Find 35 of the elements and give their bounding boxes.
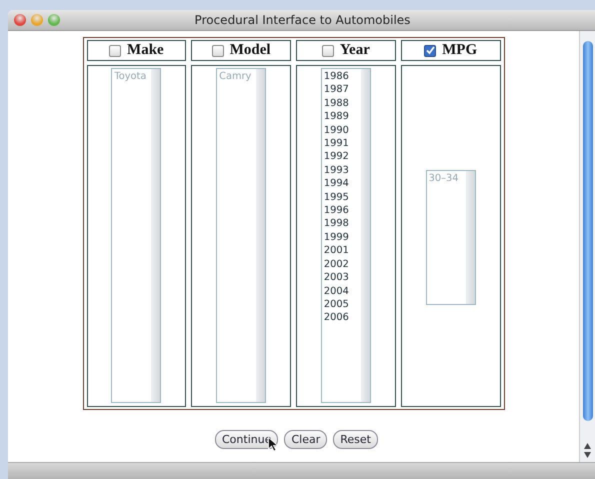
list-option[interactable]: 2003 [324,271,359,284]
list-option[interactable]: 1988 [324,96,359,110]
scroll-down-icon[interactable] [584,452,591,458]
list-option[interactable]: 2006 [324,311,359,325]
column-label: Year [340,42,370,59]
column-label: MPG [442,42,478,59]
list-option[interactable]: 2005 [324,298,359,312]
action-button[interactable]: Clear [284,430,328,449]
list-option[interactable]: 1990 [324,124,359,138]
window-control-button[interactable] [14,14,26,26]
list-option[interactable]: 1986 [324,70,359,84]
list-option[interactable]: 1996 [324,204,359,218]
list-option[interactable]: 2001 [324,244,359,258]
action-button[interactable]: Reset [333,430,378,449]
list-option[interactable]: 1994 [324,177,359,191]
column-label: Model [230,42,271,59]
list-box[interactable]: 1986 1987 1988 1989 1990 1991 1992 1993 1994 1995 1996 1998 1999 2001 2002 2003 2004 2005 2006 [320,68,371,403]
scrollbar[interactable] [579,31,595,462]
list-option[interactable]: 1992 [324,150,359,164]
action-button[interactable]: Continue [215,430,278,449]
list-option[interactable]: 2004 [324,284,359,298]
scroll-up-icon[interactable] [584,443,591,449]
list-scrollbar[interactable] [360,69,370,402]
list-option[interactable]: 1991 [324,137,359,150]
list-option[interactable]: 2002 [324,258,359,272]
checkbox[interactable] [322,44,334,56]
list-option[interactable]: 1989 [324,110,359,124]
window-control-button[interactable] [48,14,60,26]
list-option[interactable]: 1995 [324,190,359,204]
list-option[interactable]: 1993 [324,164,359,178]
list-option[interactable]: 1998 [324,217,359,231]
window-title: Procedural Interface to Automobiles [194,13,412,27]
column-label: Make [127,42,164,59]
list-option[interactable]: 1987 [324,83,359,97]
list-option[interactable]: 1999 [324,230,359,244]
